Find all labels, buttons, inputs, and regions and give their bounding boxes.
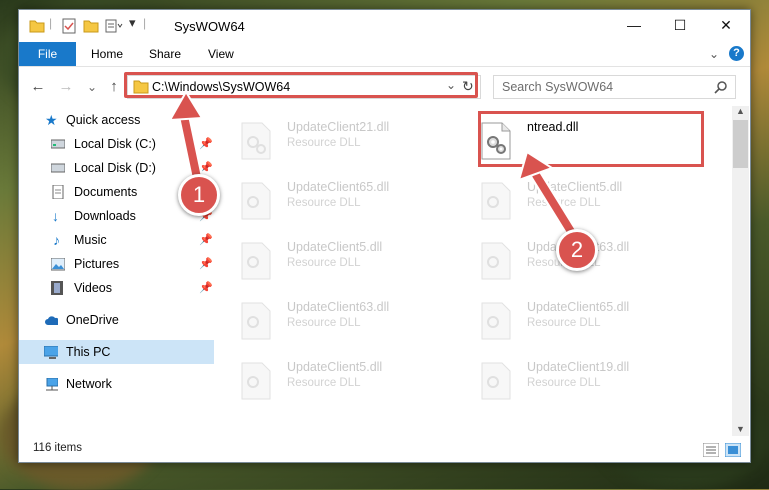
callout-badge-1: 1 bbox=[178, 174, 220, 216]
annotation-arrows bbox=[168, 90, 582, 245]
callout-badge-2: 2 bbox=[556, 229, 598, 271]
